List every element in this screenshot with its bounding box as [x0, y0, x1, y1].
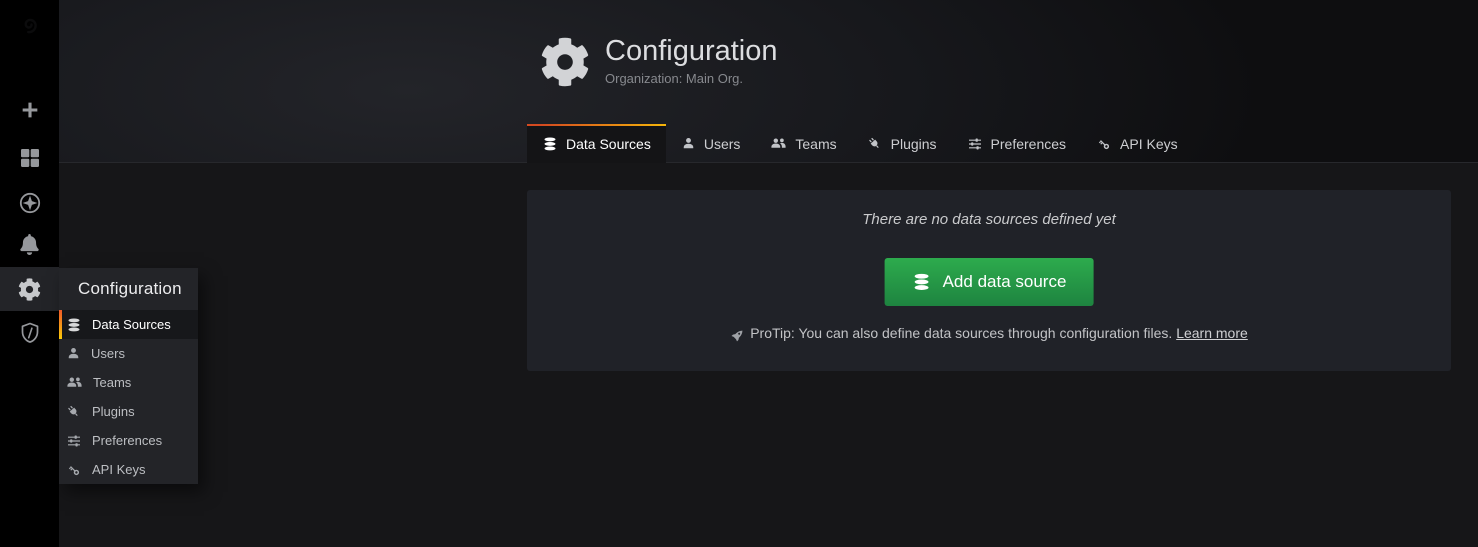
flyout-item-teams[interactable]: Teams [59, 368, 198, 397]
flyout-item-preferences[interactable]: Preferences [59, 426, 198, 455]
database-icon [66, 317, 82, 333]
sidebar-item-create[interactable] [0, 88, 59, 132]
gear-icon [540, 37, 590, 87]
page-title: Configuration [605, 35, 778, 68]
page-subtitle: Organization: Main Org. [605, 71, 778, 86]
learn-more-link[interactable]: Learn more [1176, 325, 1248, 341]
sidebar-item-explore[interactable] [0, 181, 59, 225]
flyout-item-label: Plugins [92, 404, 135, 419]
main-area: Configuration Organization: Main Org. Da… [59, 0, 1478, 547]
tab-label: Plugins [891, 136, 937, 152]
rocket-icon [730, 329, 744, 343]
user-icon [66, 346, 81, 361]
flyout-item-api-keys[interactable]: API Keys [59, 455, 198, 484]
tab-bar: Data Sources Users Teams Plugins Prefere… [527, 124, 1193, 163]
tab-label: API Keys [1120, 136, 1178, 152]
protip-text: ProTip: You can also define data sources… [750, 325, 1172, 341]
sidebar-item-server-admin[interactable] [0, 311, 59, 355]
shield-icon [18, 321, 42, 345]
sidebar-item-dashboards[interactable] [0, 136, 59, 180]
flyout-item-label: API Keys [92, 462, 145, 477]
add-data-source-button-label: Add data source [943, 272, 1067, 292]
key-icon [1096, 136, 1112, 152]
plus-icon [19, 99, 41, 121]
tab-label: Teams [795, 136, 836, 152]
page-header: Configuration Organization: Main Org. Da… [59, 0, 1478, 163]
tab-teams[interactable]: Teams [755, 124, 851, 163]
tab-label: Preferences [991, 136, 1066, 152]
apps-grid-icon [18, 146, 42, 170]
flyout-item-plugins[interactable]: Plugins [59, 397, 198, 426]
tab-api-keys[interactable]: API Keys [1081, 124, 1193, 163]
configuration-flyout-menu: Configuration Data Sources Users Teams P… [59, 268, 198, 484]
protip-line: ProTip: You can also define data sources… [527, 325, 1451, 341]
users-icon [66, 374, 83, 391]
database-icon [912, 272, 932, 292]
tab-label: Data Sources [566, 136, 651, 152]
flyout-item-users[interactable]: Users [59, 339, 198, 368]
sliders-icon [967, 136, 983, 152]
flyout-title[interactable]: Configuration [59, 268, 198, 310]
tab-data-sources[interactable]: Data Sources [527, 124, 666, 163]
tab-users[interactable]: Users [666, 124, 756, 163]
flyout-item-data-sources[interactable]: Data Sources [59, 310, 198, 339]
empty-state-message: There are no data sources defined yet [527, 211, 1451, 228]
page-body: There are no data sources defined yet Ad… [59, 163, 1478, 547]
bell-icon [19, 234, 40, 255]
plug-icon [66, 404, 82, 420]
plug-icon [867, 136, 883, 152]
users-icon [770, 135, 787, 152]
compass-icon [18, 191, 42, 215]
database-icon [542, 136, 558, 152]
gear-icon [18, 278, 41, 301]
tab-preferences[interactable]: Preferences [952, 124, 1081, 163]
sliders-icon [66, 433, 82, 449]
sidebar-item-configuration[interactable] [0, 267, 59, 311]
side-menu [0, 0, 59, 547]
add-data-source-button[interactable]: Add data source [885, 258, 1094, 306]
empty-list-panel: There are no data sources defined yet Ad… [527, 190, 1451, 371]
sidebar-item-alerting[interactable] [0, 222, 59, 266]
tab-label: Users [704, 136, 741, 152]
flyout-item-label: Data Sources [92, 317, 171, 332]
grafana-logo-icon[interactable] [11, 4, 49, 42]
tab-plugins[interactable]: Plugins [852, 124, 952, 163]
grafana-app: Configuration Data Sources Users Teams P… [0, 0, 1478, 547]
page-header-title-block: Configuration Organization: Main Org. [540, 35, 778, 87]
key-icon [66, 462, 82, 478]
user-icon [681, 136, 696, 151]
flyout-item-label: Preferences [92, 433, 162, 448]
flyout-item-label: Teams [93, 375, 131, 390]
flyout-item-label: Users [91, 346, 125, 361]
